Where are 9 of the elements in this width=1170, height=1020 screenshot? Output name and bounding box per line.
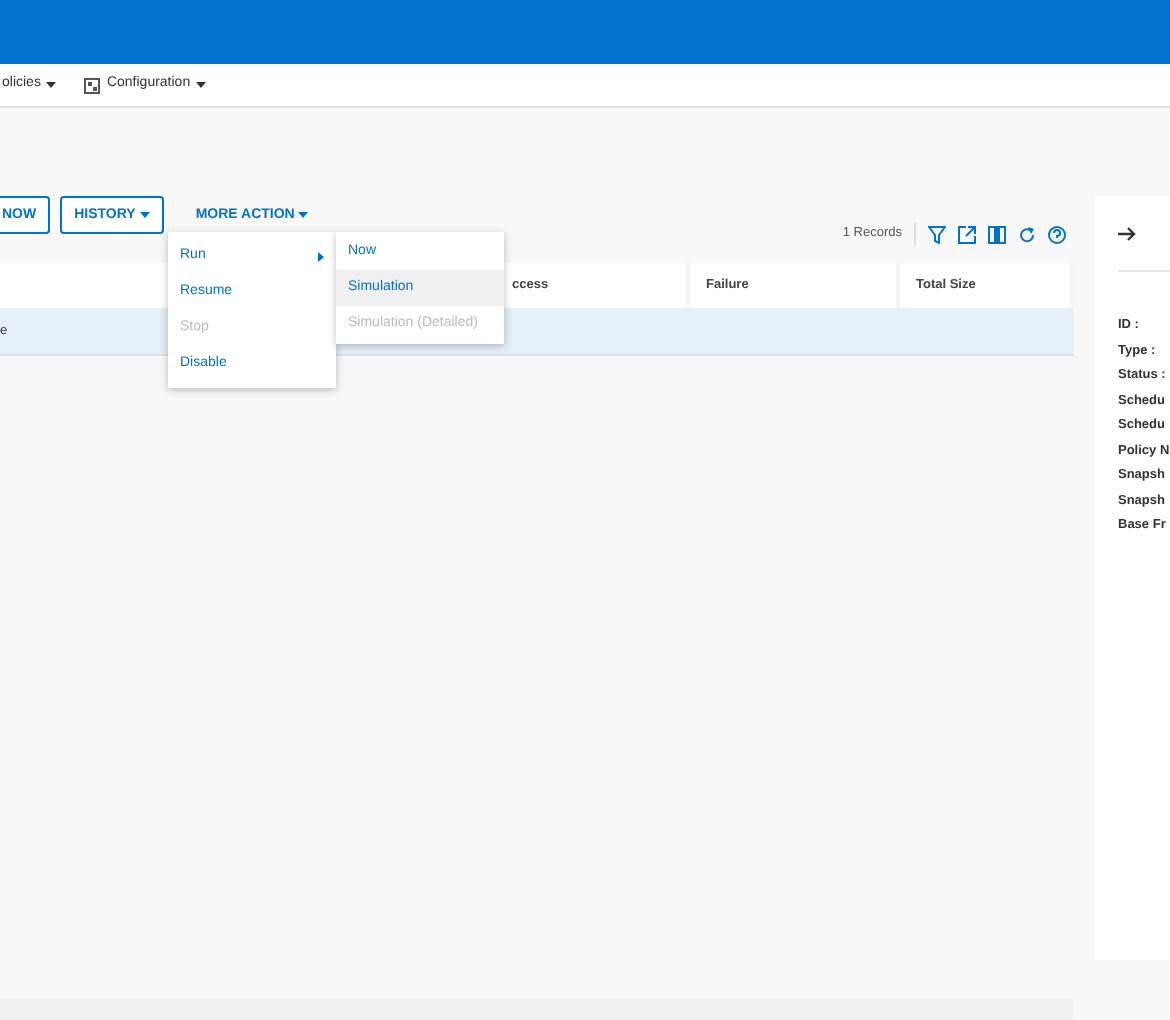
refresh-icon[interactable] — [1018, 225, 1036, 243]
help-icon[interactable] — [1048, 225, 1066, 243]
caret-down-icon — [46, 82, 57, 88]
filter-icon[interactable] — [928, 225, 946, 243]
grid-icon — [84, 77, 101, 93]
export-icon[interactable] — [958, 225, 976, 243]
caret-down-icon — [196, 82, 207, 88]
arrow-right-icon[interactable] — [1118, 225, 1136, 241]
columns-icon[interactable] — [988, 225, 1006, 243]
